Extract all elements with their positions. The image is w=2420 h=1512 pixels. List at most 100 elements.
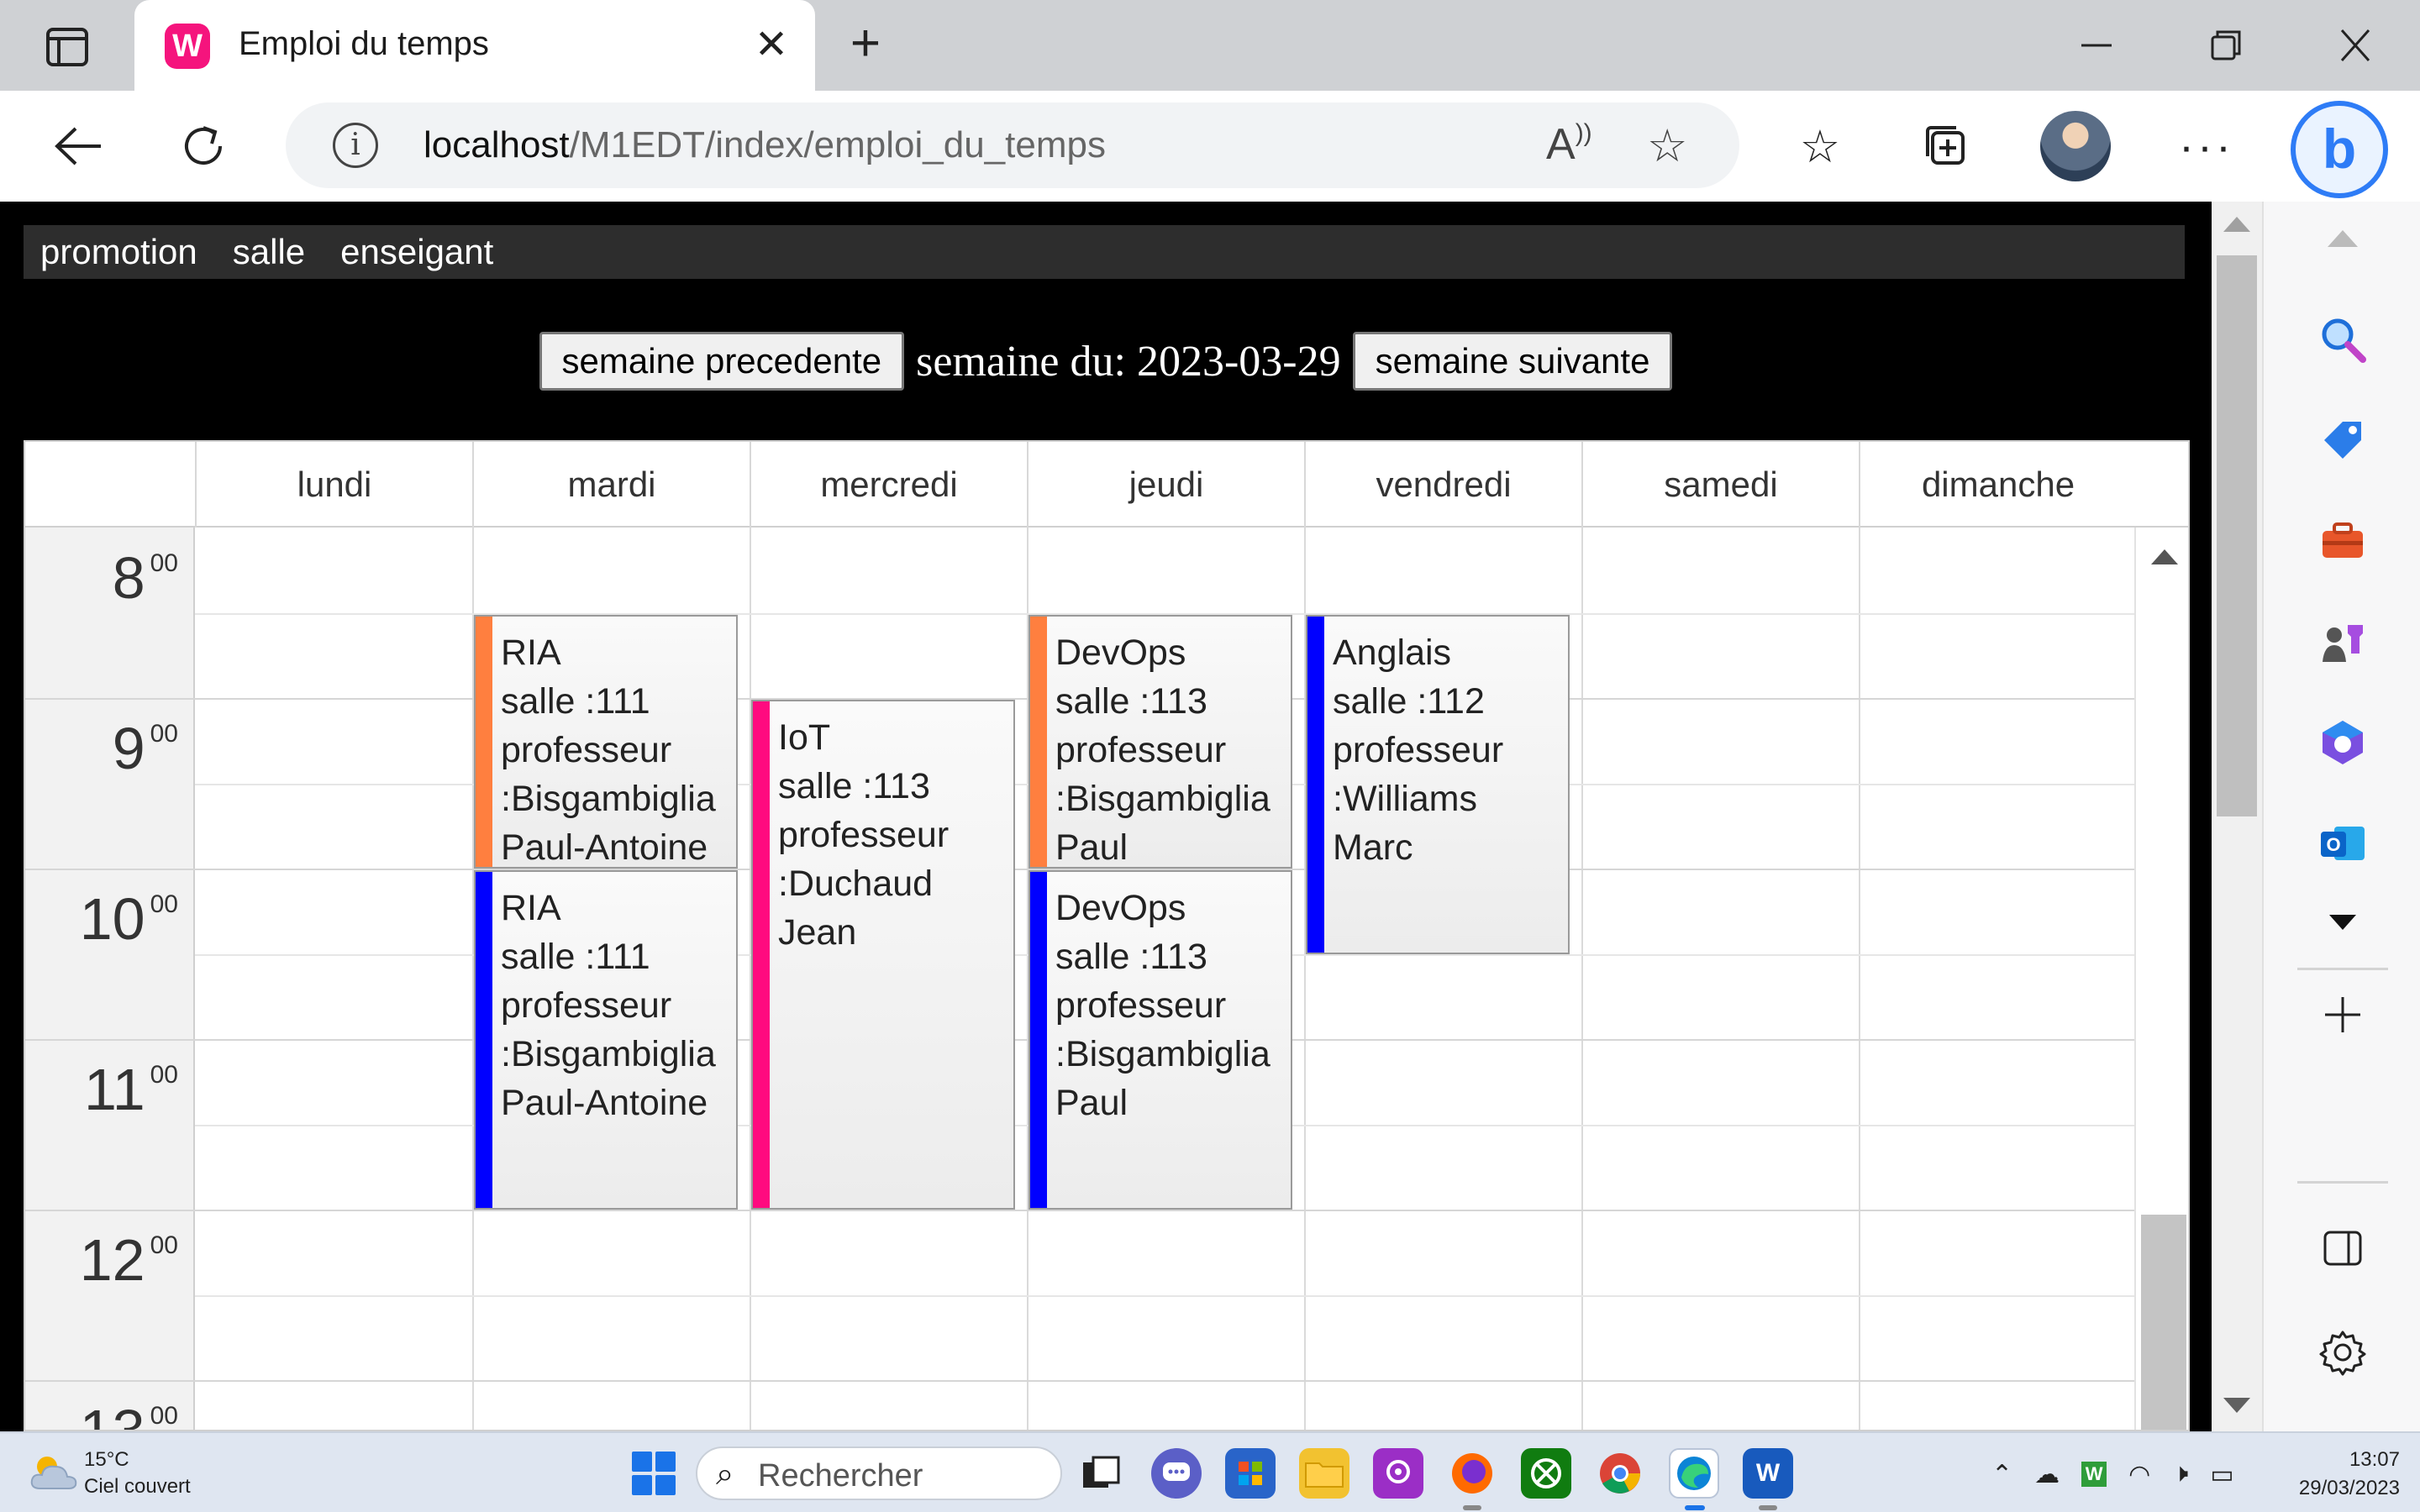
- course-event-devops[interactable]: DevOps salle :113 professeur:Bisgambiglia P…: [1028, 870, 1292, 1210]
- word-icon[interactable]: W: [1743, 1448, 1793, 1499]
- calendar-scrollbar[interactable]: [2134, 528, 2188, 1430]
- podcast-app-icon[interactable]: [1373, 1448, 1423, 1499]
- next-week-button[interactable]: semaine suivante: [1352, 332, 1673, 391]
- system-tray: ⌃ ☁ W ◠ 🕨 ▭: [1991, 1452, 2234, 1497]
- sidebar-shopping-icon[interactable]: [2309, 407, 2376, 474]
- course-event-anglais[interactable]: Anglais salle :112 professeur:Williams Marc: [1306, 614, 1570, 954]
- add-favorite-icon[interactable]: ☆: [1647, 119, 1687, 172]
- sidebar-search-icon[interactable]: [2309, 306, 2376, 373]
- browser-tab-active[interactable]: W Emploi du temps ✕: [134, 0, 815, 91]
- windows-start-icon[interactable]: [632, 1452, 676, 1495]
- page-scrollbar[interactable]: [2212, 202, 2262, 1431]
- onedrive-cloud-icon[interactable]: ☁: [2034, 1460, 2060, 1489]
- day-header-samedi: samedi: [1581, 442, 1859, 528]
- menu-item-salle[interactable]: salle: [233, 232, 305, 272]
- sidebar-add-icon[interactable]: [2309, 981, 2376, 1048]
- sidebar-tools-icon[interactable]: [2309, 507, 2376, 575]
- event-line: Paul-Antoine: [501, 827, 708, 868]
- course-event-devops[interactable]: DevOps salle :113 professeur:Bisgambiglia P…: [1028, 614, 1292, 869]
- page-scroll-up-icon[interactable]: [2223, 217, 2250, 232]
- tray-chevron-up-icon[interactable]: ⌃: [1991, 1460, 2012, 1489]
- event-line: :Bisgambiglia: [501, 778, 716, 819]
- window-close-icon[interactable]: [2317, 20, 2393, 71]
- window-minimize-icon[interactable]: [2059, 20, 2134, 71]
- event-line: salle :111: [501, 937, 650, 977]
- page-scroll-down-icon[interactable]: [2223, 1398, 2250, 1413]
- tab-actions-icon[interactable]: [34, 22, 101, 72]
- event-line: :Bisgambiglia: [1055, 778, 1270, 819]
- calendar-scroll-up-icon[interactable]: [2151, 549, 2178, 564]
- firefox-icon[interactable]: [1447, 1448, 1497, 1499]
- menu-item-enseignant[interactable]: enseigant: [340, 232, 493, 272]
- read-aloud-icon[interactable]: A)): [1546, 119, 1592, 170]
- sidebar-office-icon[interactable]: [2309, 709, 2376, 776]
- day-header-lundi: lundi: [195, 442, 472, 528]
- course-event-ria[interactable]: RIA salle :111 professeur:Bisgambiglia Paul…: [474, 614, 738, 869]
- sidebar-outlook-icon[interactable]: O: [2309, 810, 2376, 877]
- previous-week-button[interactable]: semaine precedente: [539, 332, 905, 391]
- hour-label-13: 13 00: [79, 1397, 178, 1431]
- time-column: 8 00 9 00 10 00 11 00 12 00 13 00: [25, 528, 195, 1431]
- xbox-icon[interactable]: [1521, 1448, 1571, 1499]
- teams-chat-icon[interactable]: [1151, 1448, 1202, 1499]
- tab-title: Emploi du temps: [239, 25, 489, 62]
- bing-chat-icon[interactable]: b: [2291, 101, 2388, 198]
- event-line: Marc: [1333, 827, 1413, 868]
- favorites-icon[interactable]: ☆: [1786, 113, 1854, 180]
- event-line: Paul-Antoine: [501, 1083, 708, 1123]
- file-explorer-icon[interactable]: [1299, 1448, 1349, 1499]
- volume-muted-icon[interactable]: 🕨: [2172, 1460, 2188, 1488]
- window-restore-icon[interactable]: [2188, 20, 2264, 71]
- event-line: salle :112: [1333, 680, 1485, 722]
- taskbar-search-placeholder: Rechercher: [758, 1458, 923, 1494]
- back-arrow-icon[interactable]: [44, 111, 114, 181]
- tab-close-icon[interactable]: ✕: [748, 20, 795, 71]
- event-line: professeur: [1055, 985, 1227, 1026]
- clock-date[interactable]: 29/03/2023: [2286, 1477, 2400, 1500]
- sidebar-scroll-up-icon[interactable]: [2328, 230, 2358, 247]
- event-line: RIA: [501, 632, 561, 673]
- hour-label-8: 8 00: [113, 544, 178, 612]
- event-color-bar: [753, 701, 770, 1208]
- taskbar-search[interactable]: ⌕ Rechercher: [696, 1446, 1062, 1500]
- hour-number: 13: [79, 1398, 145, 1431]
- wifi-icon[interactable]: ◠: [2128, 1460, 2150, 1489]
- url-text[interactable]: localhost/M1EDT/index/emploi_du_temps: [424, 124, 1106, 166]
- profile-avatar[interactable]: [2040, 111, 2111, 181]
- collections-icon[interactable]: [1912, 113, 1980, 180]
- task-view-icon[interactable]: [1076, 1448, 1126, 1499]
- browser-toolbar: i localhost/M1EDT/index/emploi_du_temps …: [0, 91, 2420, 202]
- event-line: Paul: [1055, 1083, 1128, 1123]
- wamp-tray-icon[interactable]: W: [2081, 1462, 2107, 1487]
- event-color-bar: [1307, 616, 1324, 953]
- more-options-icon[interactable]: ···: [2173, 113, 2240, 180]
- new-tab-icon[interactable]: +: [840, 18, 891, 72]
- sidebar-settings-gear-icon[interactable]: [2309, 1319, 2376, 1386]
- menu-item-promotion[interactable]: promotion: [40, 232, 197, 272]
- course-event-ria[interactable]: RIA salle :111 professeur:Bisgambiglia Paul…: [474, 870, 738, 1210]
- firefox-active-indicator: [1463, 1505, 1481, 1510]
- calendar-scroll-thumb[interactable]: [2141, 1215, 2186, 1430]
- hour-minutes: 00: [150, 1061, 178, 1089]
- browser-tab-bar: W Emploi du temps ✕ +: [0, 0, 2420, 91]
- sidebar-games-icon[interactable]: [2309, 608, 2376, 675]
- edge-icon[interactable]: [1669, 1448, 1719, 1499]
- event-line: :Bisgambiglia: [501, 1034, 716, 1074]
- event-details: DevOps salle :113 professeur:Bisgambiglia P…: [1055, 628, 1287, 868]
- microsoft-store-icon[interactable]: [1225, 1448, 1276, 1499]
- event-line: :Williams: [1333, 778, 1477, 819]
- calendar-header: lundi mardi mercredi jeudi vendredi samedi dim…: [25, 442, 2188, 528]
- course-event-iot[interactable]: IoT salle :113 professeur:Duchaud Jean: [751, 700, 1015, 1210]
- page-scroll-thumb[interactable]: [2217, 255, 2257, 816]
- battery-icon[interactable]: ▭: [2210, 1460, 2233, 1489]
- weather-cloud-icon[interactable]: [29, 1452, 79, 1494]
- url-host: localhost: [424, 124, 570, 165]
- address-bar[interactable]: i localhost/M1EDT/index/emploi_du_temps …: [286, 102, 1739, 188]
- reload-icon[interactable]: [168, 111, 239, 181]
- sidebar-more-down-icon[interactable]: [2309, 889, 2376, 956]
- svg-text:O: O: [2326, 834, 2340, 855]
- site-info-icon[interactable]: i: [333, 123, 378, 168]
- clock-time[interactable]: 13:07: [2316, 1448, 2400, 1472]
- sidebar-toggle-panel-icon[interactable]: [2309, 1215, 2376, 1282]
- chrome-icon[interactable]: [1595, 1448, 1645, 1499]
